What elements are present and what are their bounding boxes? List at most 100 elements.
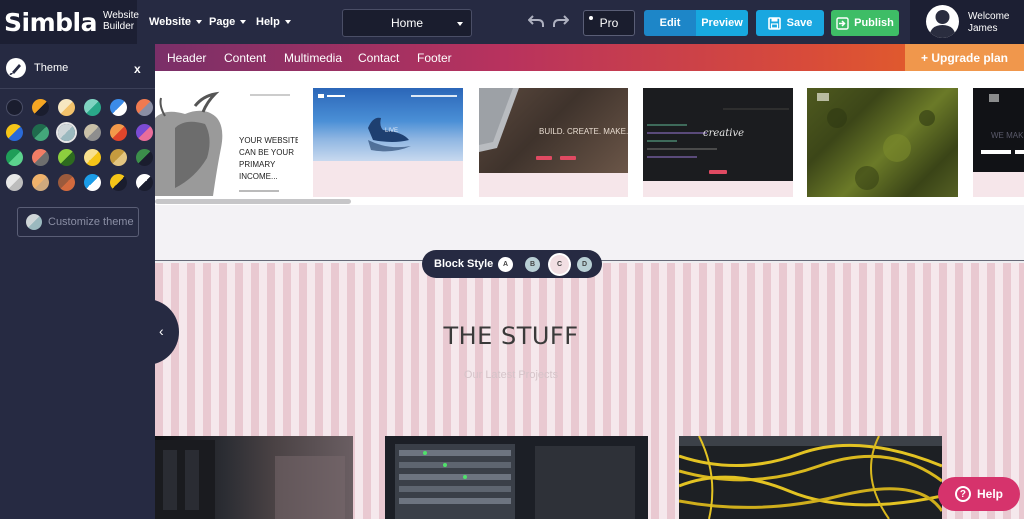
- block-style-option-a[interactable]: A: [498, 257, 513, 272]
- user-menu[interactable]: Welcome James: [910, 0, 1024, 44]
- theme-swatch[interactable]: [32, 174, 49, 191]
- avatar: [926, 5, 959, 38]
- template-lake-image: LIVE: [313, 88, 463, 161]
- category-header[interactable]: Header: [167, 51, 206, 65]
- website-menu-label: Website: [149, 16, 191, 28]
- template-code[interactable]: creative: [643, 88, 793, 197]
- logo-subtitle-line1: Website: [102, 10, 139, 21]
- template-code-footer: [643, 181, 793, 197]
- block-style-selector: Block Style A B C D: [422, 250, 602, 278]
- theme-swatch[interactable]: [84, 99, 101, 116]
- undo-icon[interactable]: [528, 13, 544, 29]
- edit-button[interactable]: Edit: [644, 10, 696, 36]
- theme-swatch[interactable]: [32, 99, 49, 116]
- theme-swatch[interactable]: [110, 174, 127, 191]
- category-multimedia[interactable]: Multimedia: [284, 51, 342, 65]
- template-dark-image: WE MAKE: [973, 88, 1024, 172]
- template-strip: YOUR WEBSITE CAN BE YOUR PRIMARY INCOME.…: [155, 71, 1024, 205]
- svg-text:YOUR WEBSITE: YOUR WEBSITE: [239, 136, 298, 145]
- theme-swatch[interactable]: [136, 124, 153, 141]
- theme-swatch[interactable]: [6, 174, 23, 191]
- template-strip-scrollbar[interactable]: [155, 199, 351, 204]
- help-menu-label: Help: [256, 16, 280, 28]
- template-lake[interactable]: LIVE: [313, 88, 463, 197]
- block-style-option-c[interactable]: C: [550, 255, 569, 274]
- close-icon[interactable]: x: [134, 62, 141, 76]
- theme-swatch[interactable]: [84, 149, 101, 166]
- page-select[interactable]: Home: [342, 9, 472, 37]
- project-image-2[interactable]: [385, 436, 648, 519]
- upgrade-plan-button[interactable]: + Upgrade plan: [905, 44, 1024, 71]
- block-category-bar: Header Content Multimedia Contact Footer: [155, 44, 1024, 71]
- category-footer[interactable]: Footer: [417, 51, 452, 65]
- category-content[interactable]: Content: [224, 51, 266, 65]
- theme-swatch[interactable]: [84, 124, 101, 141]
- project-image-3[interactable]: [679, 436, 942, 519]
- theme-color-icon: [26, 214, 42, 230]
- server-room-image: [155, 440, 345, 519]
- template-laptop[interactable]: BUILD. CREATE. MAKE.: [479, 88, 628, 197]
- logo-subtitle-line2: Builder: [102, 21, 135, 32]
- page-menu[interactable]: Page: [209, 0, 247, 44]
- theme-swatch[interactable]: [6, 149, 23, 166]
- theme-sidebar: Theme x Customize theme: [0, 44, 155, 519]
- section-title[interactable]: THE STUFF: [155, 322, 867, 350]
- customize-theme-button[interactable]: Customize theme: [17, 207, 139, 237]
- chevron-down-icon: [284, 20, 291, 24]
- theme-swatch[interactable]: [110, 124, 127, 141]
- sidebar-title: Theme: [34, 62, 69, 74]
- pro-dot-icon: [589, 16, 593, 20]
- help-menu[interactable]: Help: [256, 0, 291, 44]
- publish-button[interactable]: Publish: [831, 10, 899, 36]
- theme-swatch[interactable]: [32, 149, 49, 166]
- sidebar-divider: [0, 88, 155, 89]
- theme-swatch[interactable]: [58, 124, 75, 141]
- logo[interactable]: Simbla Website Builder: [0, 0, 139, 44]
- website-menu[interactable]: Website: [149, 0, 202, 44]
- template-dark[interactable]: WE MAKE: [973, 88, 1024, 197]
- template-bull[interactable]: YOUR WEBSITE CAN BE YOUR PRIMARY INCOME.…: [155, 88, 300, 197]
- question-icon: ?: [954, 486, 971, 502]
- help-button[interactable]: ? Help: [938, 477, 1020, 511]
- publish-label: Publish: [854, 17, 894, 29]
- chevron-down-icon: [195, 20, 202, 24]
- template-laptop-footer: [479, 173, 628, 197]
- block-style-option-d[interactable]: D: [577, 257, 592, 272]
- theme-swatch[interactable]: [136, 99, 153, 116]
- svg-text:BUILD. CREATE. MAKE.: BUILD. CREATE. MAKE.: [539, 127, 628, 136]
- sidebar-header: Theme x: [0, 56, 155, 80]
- category-contact[interactable]: Contact: [358, 51, 399, 65]
- theme-swatch[interactable]: [84, 174, 101, 191]
- svg-text:PRIMARY: PRIMARY: [239, 160, 276, 169]
- pro-label: Pro: [599, 16, 619, 30]
- theme-swatch[interactable]: [110, 149, 127, 166]
- block-style-option-b[interactable]: B: [525, 257, 540, 272]
- project-image-1[interactable]: [155, 436, 353, 519]
- section-subtitle[interactable]: Our Latest Projects: [155, 369, 867, 381]
- page-canvas: THE STUFF Our Latest Projects: [155, 263, 1024, 519]
- redo-icon[interactable]: [553, 13, 569, 29]
- template-moss-image: [817, 93, 935, 190]
- save-icon: [767, 16, 781, 30]
- brush-icon: [6, 58, 26, 78]
- theme-swatch[interactable]: [58, 99, 75, 116]
- save-button[interactable]: Save: [756, 10, 824, 36]
- logo-wordmark: Simbla: [4, 7, 97, 37]
- template-moss[interactable]: [807, 88, 958, 197]
- page-menu-label: Page: [209, 16, 236, 28]
- theme-swatch[interactable]: [110, 99, 127, 116]
- pro-button[interactable]: Pro: [583, 10, 635, 36]
- top-bar: Simbla Website Builder Website Page Help…: [0, 0, 1024, 44]
- save-label: Save: [786, 17, 813, 29]
- theme-swatch[interactable]: [6, 124, 23, 141]
- user-name: James: [968, 23, 998, 34]
- preview-button[interactable]: Preview: [696, 10, 748, 36]
- theme-swatch[interactable]: [58, 149, 75, 166]
- theme-swatch[interactable]: [6, 99, 23, 116]
- theme-swatch[interactable]: [32, 124, 49, 141]
- theme-swatch[interactable]: [58, 174, 75, 191]
- server-rack-image: [385, 436, 648, 519]
- theme-swatch[interactable]: [136, 149, 153, 166]
- mode-toggle: Edit Preview: [644, 10, 748, 36]
- theme-swatch[interactable]: [136, 174, 153, 191]
